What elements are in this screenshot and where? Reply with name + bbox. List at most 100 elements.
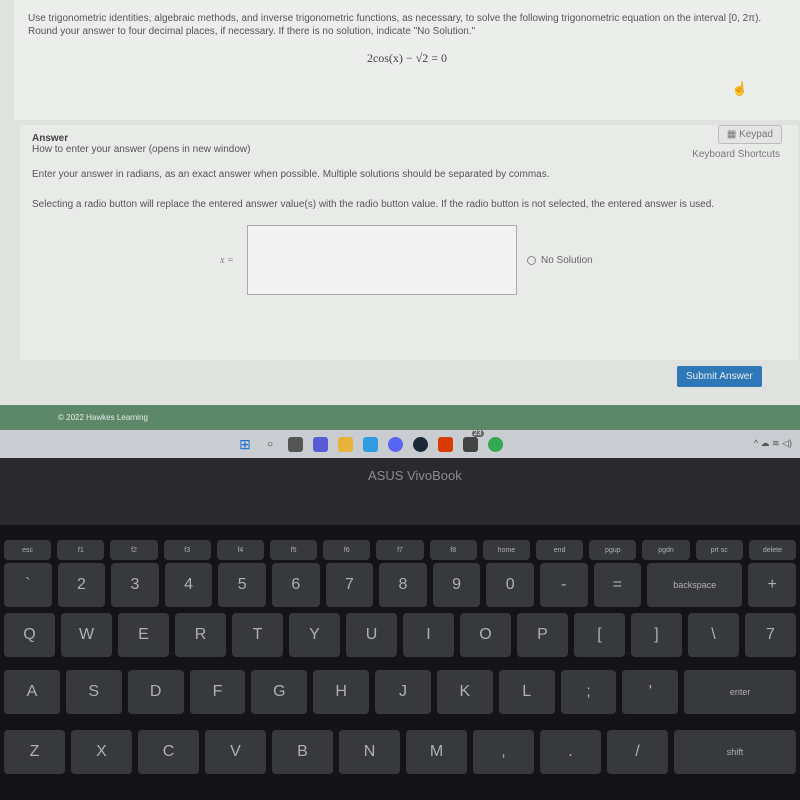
steam-icon[interactable] — [412, 436, 428, 452]
key[interactable]: f8 — [429, 540, 477, 560]
question-text: Use trigonometric identities, algebraic … — [28, 13, 762, 24]
key[interactable]: W — [61, 613, 112, 657]
key[interactable]: backspace — [647, 563, 743, 607]
key[interactable]: ' — [622, 670, 679, 714]
key[interactable]: 2 — [57, 563, 106, 607]
key[interactable]: 6 — [271, 563, 320, 607]
key[interactable]: N — [339, 730, 400, 774]
key[interactable]: 7 — [325, 563, 374, 607]
windows-start-icon[interactable]: ⊞ — [238, 436, 253, 452]
key[interactable]: D — [127, 670, 184, 714]
chat-icon[interactable] — [312, 436, 328, 452]
copyright: © 2022 Hawkes Learning — [58, 413, 148, 422]
key[interactable]: delete — [748, 540, 797, 560]
key[interactable]: A — [4, 670, 60, 714]
submit-answer-button[interactable]: Submit Answer — [677, 366, 762, 387]
taskbar: ⊞ ○ 23 — [0, 429, 800, 458]
key[interactable]: f4 — [216, 540, 265, 560]
key[interactable]: O — [460, 613, 511, 657]
app-icon[interactable]: 23 — [462, 429, 484, 452]
key[interactable]: E — [118, 613, 169, 657]
key[interactable]: G — [251, 670, 308, 714]
key[interactable]: 4 — [164, 563, 213, 607]
key[interactable]: X — [71, 730, 132, 774]
no-solution-label: No Solution — [541, 255, 593, 266]
key[interactable]: S — [65, 670, 122, 714]
key[interactable]: C — [138, 730, 199, 774]
search-icon[interactable]: ○ — [263, 437, 278, 452]
key[interactable]: Z — [4, 730, 65, 774]
discord-icon[interactable] — [387, 436, 403, 452]
key[interactable]: / — [607, 730, 668, 774]
key[interactable]: + — [748, 563, 796, 607]
system-tray-icons[interactable]: ^ ☁ ≋ ◁) — [754, 438, 792, 449]
key[interactable]: f3 — [163, 540, 211, 560]
radio-instructions: Selecting a radio button will replace th… — [32, 199, 715, 210]
key[interactable]: end — [536, 540, 584, 560]
key[interactable]: H — [313, 670, 370, 714]
key[interactable]: - — [539, 563, 588, 607]
key[interactable]: U — [346, 613, 397, 657]
key[interactable]: 3 — [111, 563, 159, 607]
key[interactable]: F — [189, 670, 246, 714]
no-solution-radio[interactable]: No Solution — [527, 255, 593, 266]
key[interactable]: [ — [574, 613, 625, 657]
key[interactable]: = — [593, 563, 642, 607]
office-icon[interactable] — [437, 436, 453, 452]
key[interactable]: f1 — [57, 540, 105, 560]
key[interactable]: \ — [688, 613, 739, 657]
key[interactable]: 9 — [432, 563, 481, 607]
laptop-brand: ASUS VivoBook — [368, 468, 462, 483]
key[interactable]: shift — [674, 730, 796, 774]
instructions: Enter your answer in radians, as an exac… — [32, 169, 550, 180]
key[interactable]: esc — [4, 540, 52, 560]
key[interactable]: T — [232, 613, 283, 657]
hand-cursor-icon: ☝ — [731, 81, 748, 96]
key[interactable]: M — [406, 730, 467, 774]
keyboard-shortcuts-link[interactable]: Keyboard Shortcuts — [692, 149, 780, 160]
calculator-icon: ▦ — [726, 129, 740, 140]
answer-panel: Answer How to enter your answer (opens i… — [20, 125, 798, 360]
key[interactable]: K — [436, 670, 493, 714]
key[interactable]: 7 — [745, 613, 796, 657]
key[interactable]: f2 — [110, 540, 158, 560]
key[interactable]: prt sc — [695, 540, 743, 560]
task-view-icon[interactable] — [287, 436, 303, 452]
how-to-link[interactable]: How to enter your answer (opens in new w… — [32, 144, 786, 155]
footer: © 2022 Hawkes Learning — [0, 405, 800, 430]
key[interactable]: ` — [4, 563, 52, 607]
key[interactable]: , — [473, 730, 534, 774]
key[interactable]: pgup — [589, 540, 637, 560]
edge-icon[interactable] — [362, 436, 378, 452]
key[interactable]: V — [205, 730, 266, 774]
equation: 2cos(x) − √2 = 0 — [366, 51, 448, 65]
browser-screen: Use trigonometric identities, algebraic … — [0, 0, 800, 458]
key[interactable]: L — [498, 670, 555, 714]
keypad-button[interactable]: ▦ Keypad — [717, 125, 782, 144]
question-panel: Use trigonometric identities, algebraic … — [14, 0, 800, 120]
key[interactable]: R — [175, 613, 226, 657]
key[interactable]: B — [272, 730, 333, 774]
key[interactable]: enter — [684, 670, 796, 714]
key[interactable]: 5 — [218, 563, 266, 607]
key[interactable]: 0 — [486, 563, 534, 607]
radio-circle[interactable] — [527, 256, 536, 265]
key[interactable]: Y — [289, 613, 340, 657]
key[interactable]: . — [540, 730, 601, 774]
key[interactable]: J — [375, 670, 431, 714]
key[interactable]: f5 — [270, 540, 318, 560]
key[interactable]: f6 — [323, 540, 371, 560]
key[interactable]: ; — [560, 670, 617, 714]
answer-input[interactable] — [247, 225, 517, 295]
key[interactable]: ] — [631, 613, 682, 657]
answer-heading: Answer — [32, 133, 69, 144]
key[interactable]: Q — [4, 613, 55, 657]
key[interactable]: I — [403, 613, 454, 657]
key[interactable]: pgdn — [642, 540, 690, 560]
chrome-icon[interactable] — [487, 436, 503, 452]
key[interactable]: 8 — [379, 563, 427, 607]
key[interactable]: f7 — [376, 540, 424, 560]
file-explorer-icon[interactable] — [337, 436, 353, 452]
key[interactable]: home — [482, 540, 531, 560]
key[interactable]: P — [517, 613, 568, 657]
